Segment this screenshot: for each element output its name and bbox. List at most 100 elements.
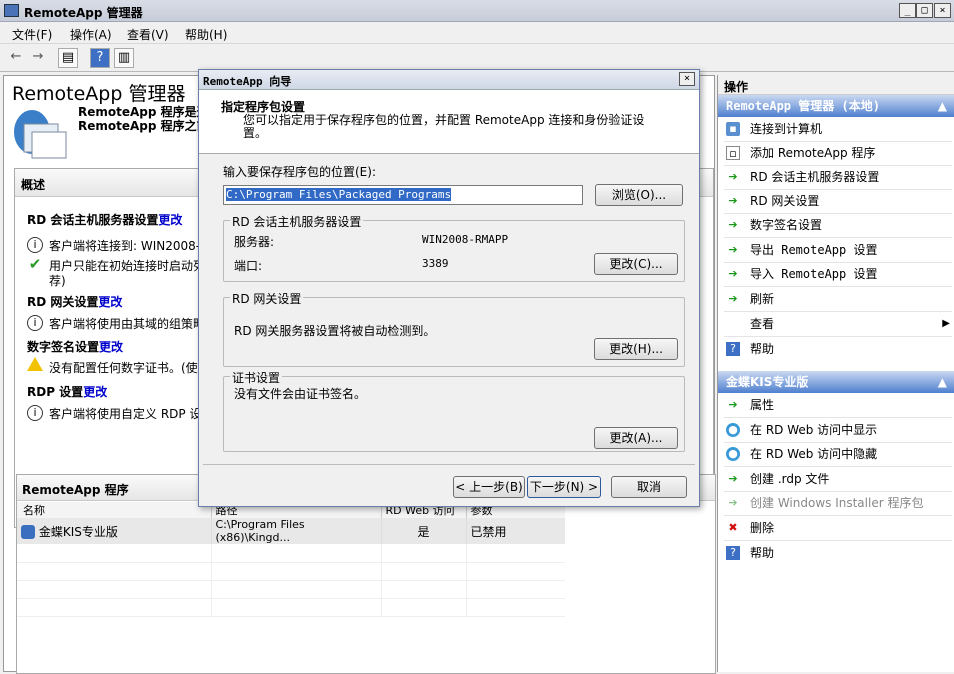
- window-title: RemoteApp 管理器: [24, 6, 143, 20]
- change-rd-session-button[interactable]: 更改(C)...: [594, 253, 678, 275]
- action-refresh[interactable]: ➔ 刷新: [724, 288, 952, 312]
- delete-icon: ✖: [728, 521, 738, 534]
- dialog-title-bar: RemoteApp 向导 ×: [199, 70, 699, 90]
- remoteapp-wizard-dialog: RemoteApp 向导 × 指定程序包设置 您可以指定用于保存程序包的位置，并…: [198, 69, 700, 507]
- back-button[interactable]: < 上一步(B): [453, 476, 525, 498]
- action-create-msi[interactable]: ➔ 创建 Windows Installer 程序包: [724, 492, 952, 516]
- digital-sig-change-link[interactable]: 更改: [99, 340, 123, 354]
- import-icon: ➔: [728, 267, 738, 280]
- kingdee-app-icon: [21, 525, 35, 539]
- refresh-icon: ➔: [728, 292, 738, 305]
- action-add-remoteapp[interactable]: ▫ 添加 RemoteApp 程序: [724, 142, 952, 166]
- arrow-icon: ➔: [728, 472, 738, 485]
- change-rd-gateway-button[interactable]: 更改(H)...: [594, 338, 678, 360]
- rd-session-line-1: 客户端将连接到: WIN2008-R: [49, 239, 209, 253]
- cert-group: 证书设置 没有文件会由证书签名。 更改(A)...: [223, 369, 685, 452]
- program-args: 已禁用: [470, 524, 507, 539]
- rdp-label: RDP 设置更改: [27, 383, 107, 400]
- change-cert-button[interactable]: 更改(A)...: [594, 427, 678, 449]
- rd-gateway-label: RD 网关设置更改: [27, 293, 122, 310]
- rd-gateway-line-1: 客户端将使用由其域的组策略: [49, 317, 206, 331]
- cancel-button[interactable]: 取消: [611, 476, 687, 498]
- globe-icon: ●: [726, 447, 740, 461]
- action-delete[interactable]: ✖ 删除: [724, 517, 952, 541]
- rd-session-group: RD 会话主机服务器设置 服务器: WIN2008-RMAPP 端口: 3389…: [223, 213, 685, 282]
- action-import-settings[interactable]: ➔ 导入 RemoteApp 设置: [724, 263, 952, 287]
- collapse-icon[interactable]: ▲: [938, 371, 947, 393]
- action-rd-gateway-settings[interactable]: ➔ RD 网关设置: [724, 190, 952, 214]
- rdp-line-1: 客户端将使用自定义 RDP 设: [49, 407, 202, 421]
- maximize-button[interactable]: □: [916, 3, 933, 18]
- rdp-change-link[interactable]: 更改: [83, 385, 107, 399]
- action-digital-signature[interactable]: ➔ 数字签名设置: [724, 214, 952, 238]
- remoteapp-icon: [14, 110, 67, 159]
- collapse-icon[interactable]: ▲: [938, 95, 947, 117]
- menu-view[interactable]: 查看(V): [127, 26, 169, 43]
- action-pane-icon[interactable]: ▥: [114, 48, 134, 68]
- action-view[interactable]: 查看 ▶: [724, 313, 952, 337]
- action-properties[interactable]: ➔ 属性: [724, 394, 952, 418]
- menu-bar: 文件(F) 操作(A) 查看(V) 帮助(H): [0, 22, 954, 44]
- location-label: 输入要保存程序包的位置(E):: [223, 165, 376, 179]
- dialog-title: RemoteApp 向导: [203, 75, 292, 88]
- menu-action[interactable]: 操作(A): [70, 26, 112, 43]
- digital-sig-label-text: 数字签名设置: [27, 340, 100, 354]
- info-icon: i: [27, 405, 43, 421]
- header-desc-2: RemoteApp 程序之前: [78, 119, 209, 133]
- close-button[interactable]: ×: [934, 3, 951, 18]
- programs-title: RemoteApp 程序: [22, 483, 129, 497]
- program-name: 金蝶KIS专业版: [38, 524, 118, 539]
- menu-file[interactable]: 文件(F): [12, 26, 52, 43]
- action-create-rdp-file[interactable]: ➔ 创建 .rdp 文件: [724, 468, 952, 492]
- arrow-icon: ➔: [728, 194, 738, 207]
- cert-group-title: 证书设置: [230, 369, 283, 386]
- rd-gateway-change-link[interactable]: 更改: [98, 295, 122, 309]
- app-icon: [4, 4, 19, 17]
- submenu-arrow-icon: ▶: [942, 318, 950, 329]
- rd-gateway-label-text: RD 网关设置: [27, 295, 99, 309]
- rd-session-change-link[interactable]: 更改: [158, 213, 182, 227]
- browse-button[interactable]: 浏览(O)...: [595, 184, 683, 206]
- section-remoteapp-manager[interactable]: RemoteApp 管理器 (本地) ▲: [718, 95, 954, 117]
- actions-title: 操作: [724, 80, 749, 94]
- action-hide-in-rdweb[interactable]: ● 在 RD Web 访问中隐藏: [724, 443, 952, 467]
- dialog-divider: [203, 464, 695, 465]
- forward-icon[interactable]: →: [28, 48, 48, 68]
- back-icon[interactable]: ←: [6, 48, 26, 68]
- table-row[interactable]: 金蝶KIS专业版 C:\Program Files (x86)\Kingd...…: [17, 518, 565, 544]
- section-kingdee[interactable]: 金蝶KIS专业版 ▲: [718, 371, 954, 393]
- help-icon[interactable]: ?: [90, 48, 110, 68]
- action-help[interactable]: ? 帮助: [724, 338, 952, 362]
- action-rd-session-settings[interactable]: ➔ RD 会话主机服务器设置: [724, 166, 952, 190]
- dialog-header: 指定程序包设置 您可以指定用于保存程序包的位置，并配置 RemoteApp 连接…: [199, 90, 699, 154]
- action-show-in-rdweb[interactable]: ● 在 RD Web 访问中显示: [724, 419, 952, 443]
- rd-session-group-title: RD 会话主机服务器设置: [230, 213, 364, 230]
- section1-title: RemoteApp 管理器 (本地): [726, 99, 880, 113]
- section2-title: 金蝶KIS专业版: [726, 375, 809, 389]
- minimize-button[interactable]: _: [899, 3, 916, 18]
- column-name[interactable]: 名称: [17, 502, 212, 518]
- rd-gateway-group-title: RD 网关设置: [230, 290, 304, 307]
- action-connect-computer[interactable]: ▪ 连接到计算机: [724, 118, 952, 142]
- overview-title: 概述: [21, 178, 46, 192]
- program-rdweb: 是: [381, 518, 467, 544]
- info-icon: i: [27, 237, 43, 253]
- show-panel-icon[interactable]: ▤: [58, 48, 78, 68]
- location-input[interactable]: C:\Program Files\Packaged Programs: [223, 185, 583, 205]
- programs-table: 名称 路径 RD Web 访问 参数 金蝶KIS专业版 C:\Program F…: [17, 502, 565, 617]
- globe-icon: ●: [726, 423, 740, 437]
- help-icon: ?: [726, 546, 740, 560]
- actions-pane: 操作 RemoteApp 管理器 (本地) ▲ ▪ 连接到计算机 ▫ 添加 Remo…: [717, 75, 954, 672]
- rd-gateway-text: RD 网关服务器设置将被自动检测到。: [234, 324, 436, 338]
- action-help-2[interactable]: ? 帮助: [724, 542, 952, 566]
- action-export-settings[interactable]: ➔ 导出 RemoteApp 设置: [724, 239, 952, 263]
- next-button[interactable]: 下一步(N) >: [527, 476, 601, 498]
- server-label: 服务器:: [234, 235, 275, 249]
- rdp-label-text: RDP 设置: [27, 385, 84, 399]
- menu-help[interactable]: 帮助(H): [185, 26, 227, 43]
- toolbar: ← → ▤ ? ▥: [0, 44, 954, 72]
- cert-text: 没有文件会由证书签名。: [234, 387, 367, 401]
- help-icon: ?: [726, 342, 740, 356]
- dialog-close-button[interactable]: ×: [679, 72, 695, 86]
- info-icon: i: [27, 315, 43, 331]
